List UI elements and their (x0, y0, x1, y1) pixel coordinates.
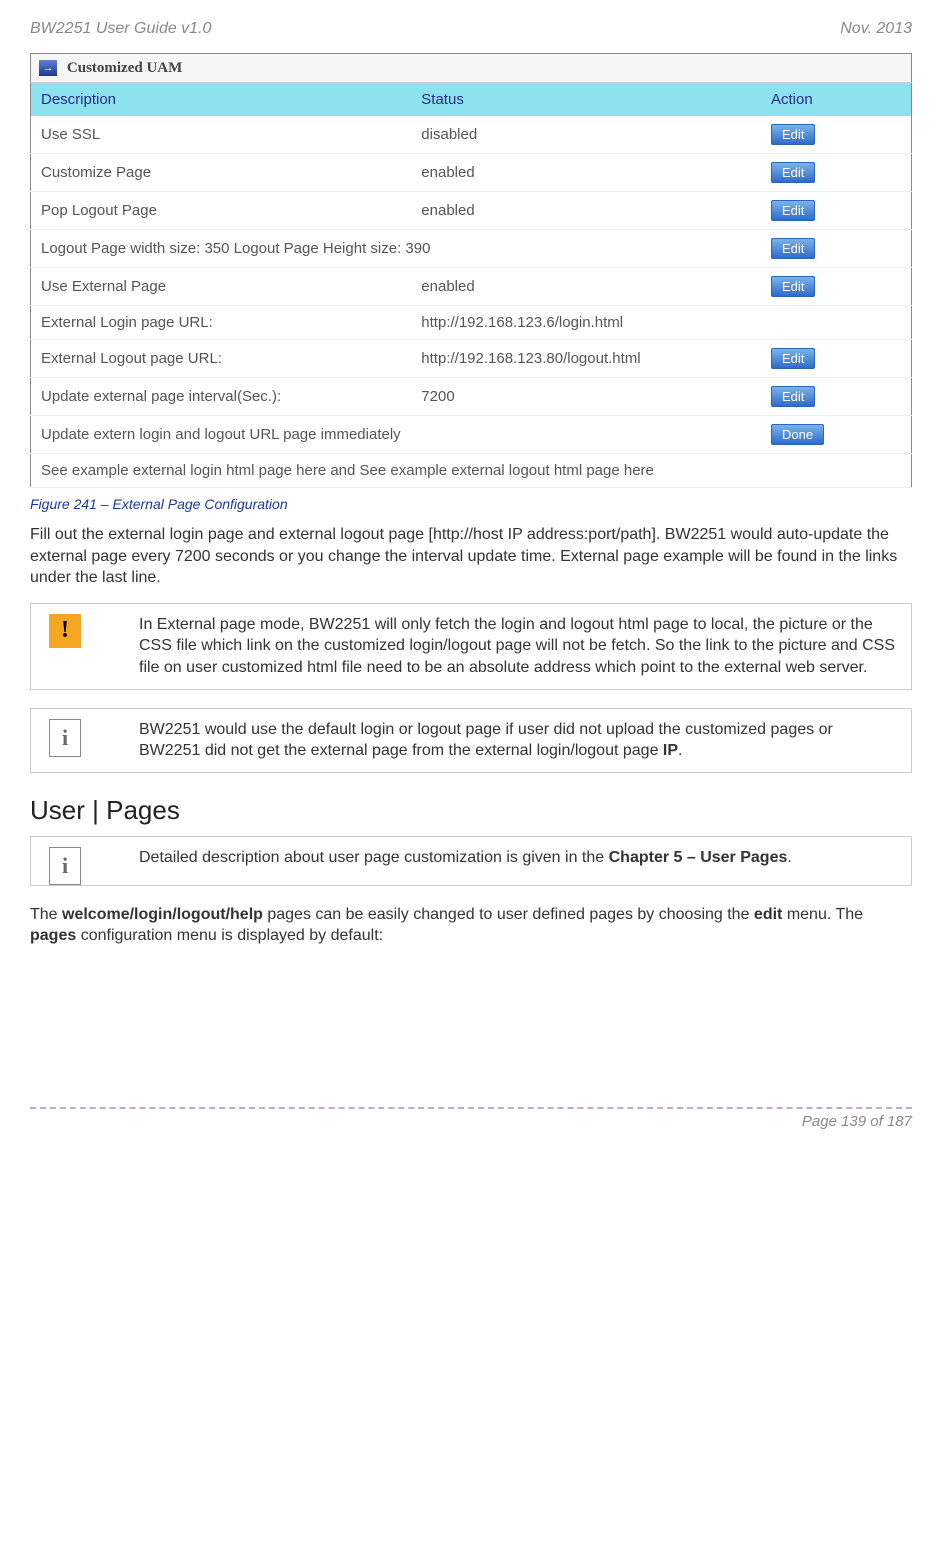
table-row: Update external page interval(Sec.):7200… (31, 378, 912, 416)
column-headers: Description Status Action (31, 83, 912, 117)
col-action: Action (761, 83, 912, 117)
header-left: BW2251 User Guide v1.0 (30, 20, 211, 38)
paragraph: Fill out the external login page and ext… (30, 524, 912, 589)
edit-button[interactable]: Edit (771, 162, 815, 183)
table-row: Use External PageenabledEdit (31, 268, 912, 306)
table-row: Use SSLdisabledEdit (31, 116, 912, 154)
config-panel: → Customized UAM Description Status Acti… (30, 53, 912, 488)
col-description: Description (31, 83, 412, 117)
panel-title-row: → Customized UAM (31, 54, 912, 83)
table-row: External Login page URL:http://192.168.1… (31, 306, 912, 340)
edit-button[interactable]: Edit (771, 238, 815, 259)
col-status: Status (411, 83, 761, 117)
table-row: External Logout page URL:http://192.168.… (31, 340, 912, 378)
done-button[interactable]: Done (771, 424, 824, 445)
info-note: i BW2251 would use the default login or … (30, 708, 912, 773)
page-footer: Page 139 of 187 (30, 1107, 912, 1130)
edit-button[interactable]: Edit (771, 276, 815, 297)
header-right: Nov. 2013 (840, 20, 912, 38)
info-icon: i (49, 847, 81, 885)
warning-note: ! In External page mode, BW2251 will onl… (30, 603, 912, 690)
section-heading: User | Pages (30, 795, 912, 826)
page-header: BW2251 User Guide v1.0 Nov. 2013 (30, 20, 912, 38)
table-row: Logout Page width size: 350 Logout Page … (31, 230, 912, 268)
info-note: i Detailed description about user page c… (30, 836, 912, 886)
table-row: Update extern login and logout URL page … (31, 416, 912, 454)
info-icon: i (49, 719, 81, 757)
example-links-row: See example external login html page her… (31, 454, 912, 488)
page-number: Page 139 of 187 (802, 1113, 912, 1130)
figure-caption: Figure 241 – External Page Configuration (30, 496, 912, 512)
table-row: Pop Logout PageenabledEdit (31, 192, 912, 230)
warning-icon: ! (49, 614, 81, 648)
edit-button[interactable]: Edit (771, 386, 815, 407)
paragraph: The welcome/login/logout/help pages can … (30, 904, 912, 947)
edit-button[interactable]: Edit (771, 124, 815, 145)
warning-text: In External page mode, BW2251 will only … (139, 604, 911, 689)
info-text: BW2251 would use the default login or lo… (139, 709, 911, 772)
panel-title: Customized UAM (67, 60, 182, 76)
info-text: Detailed description about user page cus… (139, 837, 806, 879)
edit-button[interactable]: Edit (771, 200, 815, 221)
arrow-icon: → (39, 60, 57, 76)
edit-button[interactable]: Edit (771, 348, 815, 369)
table-row: Customize PageenabledEdit (31, 154, 912, 192)
